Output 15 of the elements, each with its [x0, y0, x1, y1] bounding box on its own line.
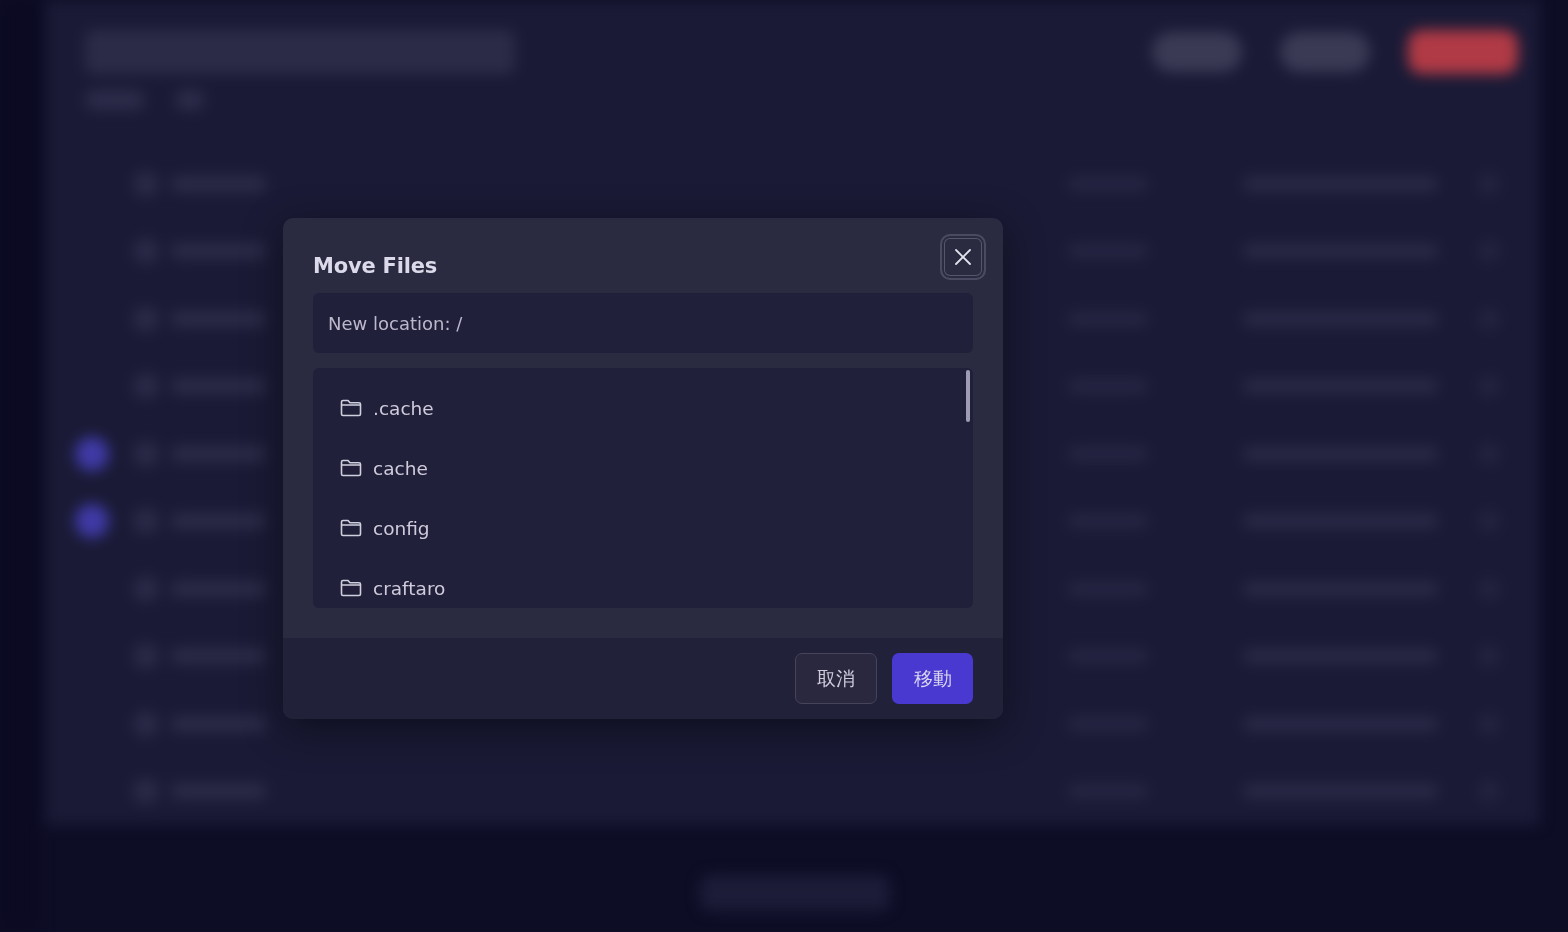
- folder-icon: [340, 459, 362, 477]
- folder-icon: [340, 519, 362, 537]
- cancel-button[interactable]: 取消: [795, 653, 877, 704]
- close-icon: [955, 249, 971, 265]
- move-button[interactable]: 移動: [892, 653, 973, 704]
- folder-icon: [340, 579, 362, 597]
- folder-item[interactable]: craftaro: [313, 558, 973, 608]
- folder-item[interactable]: config: [313, 498, 973, 558]
- close-button[interactable]: [940, 234, 986, 280]
- folder-item[interactable]: cache: [313, 438, 973, 498]
- location-field[interactable]: New location: /: [313, 293, 973, 353]
- folder-icon: [340, 399, 362, 417]
- dialog-title: Move Files: [313, 253, 438, 280]
- folder-item[interactable]: .cache: [313, 378, 973, 438]
- scrollbar-thumb[interactable]: [966, 370, 970, 422]
